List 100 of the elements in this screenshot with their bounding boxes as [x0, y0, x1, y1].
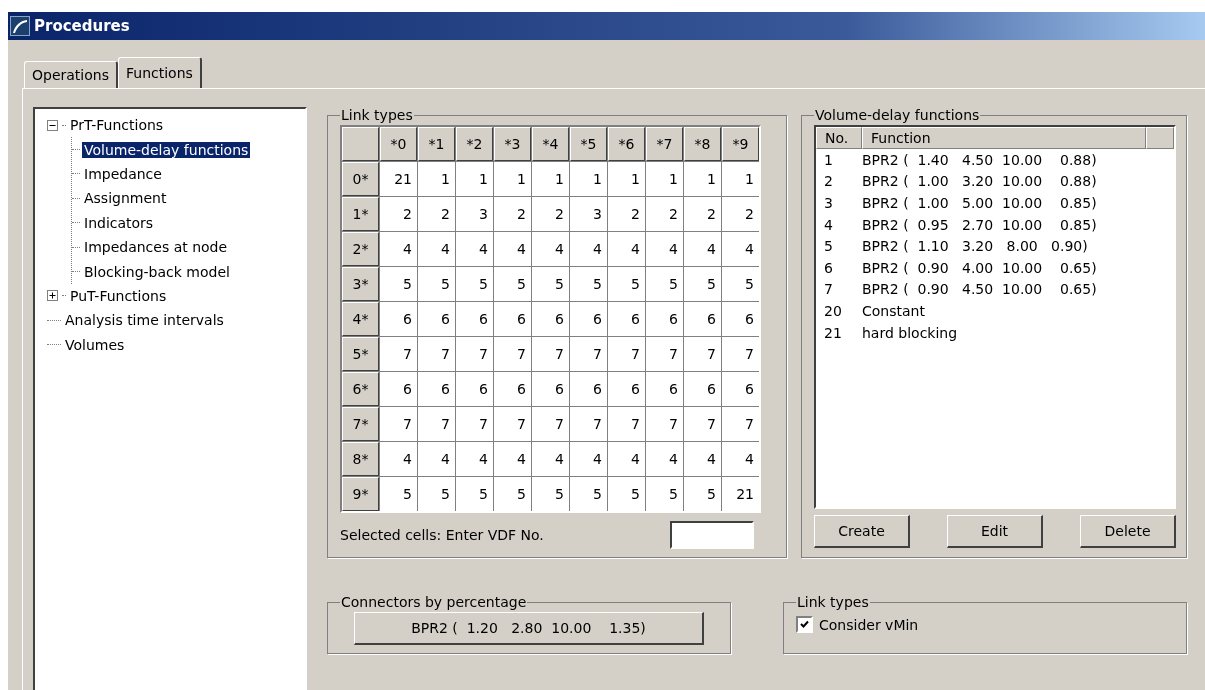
table-cell[interactable]: 4	[456, 232, 493, 266]
table-cell[interactable]: 4	[494, 232, 531, 266]
vdf-number-field[interactable]	[670, 521, 754, 549]
table-cell[interactable]: 4	[646, 232, 683, 266]
table-cell[interactable]: 6	[380, 372, 417, 406]
table-cell[interactable]: 2	[608, 197, 645, 231]
table-cell[interactable]: 4	[494, 442, 531, 476]
table-cell[interactable]: 5	[380, 267, 417, 301]
table-cell[interactable]: 7	[380, 337, 417, 371]
table-cell[interactable]: 2	[684, 197, 721, 231]
tree-item[interactable]: PuT-Functions	[68, 287, 169, 304]
table-cell[interactable]: 2	[532, 197, 569, 231]
list-cell[interactable]: 5	[816, 238, 862, 255]
action-button[interactable]: Delete	[1080, 515, 1176, 548]
tab[interactable]: Functions	[117, 57, 202, 88]
table-cell[interactable]: 7	[570, 337, 607, 371]
table-cell[interactable]: 1	[608, 162, 645, 196]
table-cell[interactable]: 6	[456, 302, 493, 336]
table-cell[interactable]: 1	[722, 162, 759, 196]
list-cell[interactable]: 7	[816, 281, 862, 298]
table-cell[interactable]: 5	[684, 267, 721, 301]
table-cell[interactable]: 1	[456, 162, 493, 196]
table-cell[interactable]: 5	[608, 267, 645, 301]
tree-item[interactable]: Analysis time intervals	[63, 312, 226, 329]
list-cell[interactable]: BPR2 ( 0.95 2.70 10.00 0.85)	[862, 216, 1097, 233]
table-cell[interactable]: 2	[494, 197, 531, 231]
table-cell[interactable]: 7	[380, 407, 417, 441]
list-cell[interactable]: BPR2 ( 0.90 4.50 10.00 0.65)	[862, 281, 1097, 298]
table-cell[interactable]: 7	[494, 337, 531, 371]
table-cell[interactable]: 6	[684, 372, 721, 406]
table-cell[interactable]: 1	[646, 162, 683, 196]
table-cell[interactable]: 2	[380, 197, 417, 231]
table-cell[interactable]: 2	[646, 197, 683, 231]
table-cell[interactable]: 1	[532, 162, 569, 196]
table-cell[interactable]: 4	[532, 442, 569, 476]
table-cell[interactable]: 4	[646, 442, 683, 476]
table-cell[interactable]: 7	[608, 407, 645, 441]
table-cell[interactable]: 6	[456, 372, 493, 406]
table-cell[interactable]: 7	[608, 337, 645, 371]
table-cell[interactable]: 5	[532, 267, 569, 301]
table-cell[interactable]: 4	[608, 232, 645, 266]
column-header[interactable]: No.	[816, 127, 862, 149]
table-cell[interactable]: 6	[684, 302, 721, 336]
tree-item[interactable]: Blocking-back model	[82, 263, 232, 280]
table-cell[interactable]: 5	[570, 477, 607, 511]
table-cell[interactable]: 5	[646, 477, 683, 511]
table-cell[interactable]: 5	[684, 477, 721, 511]
table-cell[interactable]: 7	[532, 337, 569, 371]
table-cell[interactable]: 6	[532, 372, 569, 406]
table-cell[interactable]: 4	[532, 232, 569, 266]
table-cell[interactable]: 7	[456, 337, 493, 371]
table-cell[interactable]: 7	[684, 337, 721, 371]
list-cell[interactable]: BPR2 ( 1.40 4.50 10.00 0.88)	[862, 151, 1097, 168]
table-cell[interactable]: 5	[418, 477, 455, 511]
list-cell[interactable]: 3	[816, 195, 862, 211]
action-button[interactable]: Create	[814, 515, 910, 548]
table-cell[interactable]: 7	[456, 407, 493, 441]
table-cell[interactable]: 7	[418, 407, 455, 441]
table-cell[interactable]: 4	[418, 232, 455, 266]
table-cell[interactable]: 7	[722, 337, 759, 371]
table-cell[interactable]: 7	[646, 407, 683, 441]
table-cell[interactable]: 7	[684, 407, 721, 441]
tree-item[interactable]: Impedance	[82, 165, 164, 182]
tree-item[interactable]: PrT-Functions	[68, 117, 166, 134]
table-cell[interactable]: 1	[684, 162, 721, 196]
table-cell[interactable]: 6	[532, 302, 569, 336]
table-cell[interactable]: 6	[646, 372, 683, 406]
list-cell[interactable]: BPR2 ( 1.00 3.20 10.00 0.88)	[862, 173, 1097, 190]
table-cell[interactable]: 5	[418, 267, 455, 301]
table-cell[interactable]: 6	[418, 372, 455, 406]
list-cell[interactable]: 21	[816, 324, 862, 341]
list-cell[interactable]: 4	[816, 216, 862, 233]
table-cell[interactable]: 4	[722, 232, 759, 266]
table-cell[interactable]: 4	[684, 232, 721, 266]
table-cell[interactable]: 21	[380, 162, 417, 196]
table-cell[interactable]: 6	[722, 302, 759, 336]
table-cell[interactable]: 6	[608, 372, 645, 406]
table-cell[interactable]: 5	[646, 267, 683, 301]
table-cell[interactable]: 4	[570, 442, 607, 476]
table-cell[interactable]: 21	[722, 477, 759, 511]
tab[interactable]: Operations	[24, 61, 118, 88]
table-cell[interactable]: 5	[456, 267, 493, 301]
table-cell[interactable]: 1	[494, 162, 531, 196]
table-cell[interactable]: 5	[570, 267, 607, 301]
list-cell[interactable]: BPR2 ( 1.10 3.20 8.00 0.90)	[862, 238, 1088, 255]
table-cell[interactable]: 5	[532, 477, 569, 511]
function-button[interactable]: BPR2 ( 1.20 2.80 10.00 1.35)	[354, 612, 704, 645]
table-cell[interactable]: 2	[418, 197, 455, 231]
table-cell[interactable]: 7	[494, 407, 531, 441]
table-cell[interactable]: 7	[646, 337, 683, 371]
table-cell[interactable]: 3	[456, 197, 493, 231]
tree-item[interactable]: Indicators	[82, 214, 156, 231]
table-cell[interactable]: 4	[380, 232, 417, 266]
table-cell[interactable]: 5	[494, 477, 531, 511]
action-button[interactable]: Edit	[947, 515, 1043, 548]
column-header[interactable]: Function	[862, 127, 1146, 149]
table-cell[interactable]: 6	[570, 372, 607, 406]
table-cell[interactable]: 5	[456, 477, 493, 511]
table-cell[interactable]: 6	[418, 302, 455, 336]
tree-item[interactable]: Assignment	[82, 190, 169, 207]
